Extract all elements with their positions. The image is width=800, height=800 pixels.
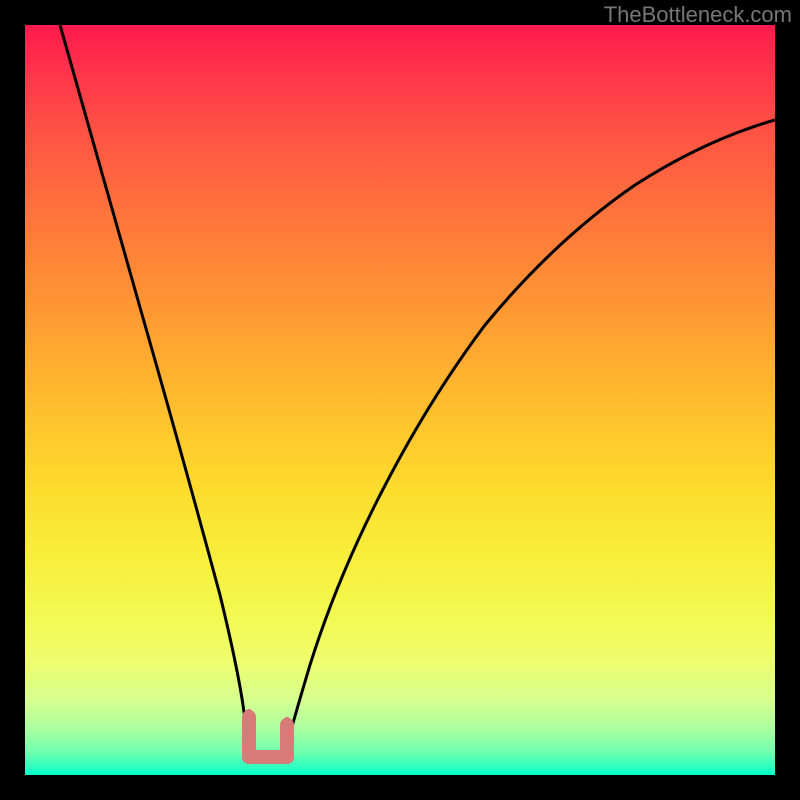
chart-frame: TheBottleneck.com: [0, 0, 800, 800]
optimal-marker: [245, 709, 291, 757]
curve-layer: [25, 25, 775, 775]
watermark-text: TheBottleneck.com: [604, 2, 792, 28]
plot-area: [25, 25, 775, 775]
bottleneck-curve-left: [60, 25, 251, 755]
bottleneck-curve-right: [285, 120, 775, 755]
